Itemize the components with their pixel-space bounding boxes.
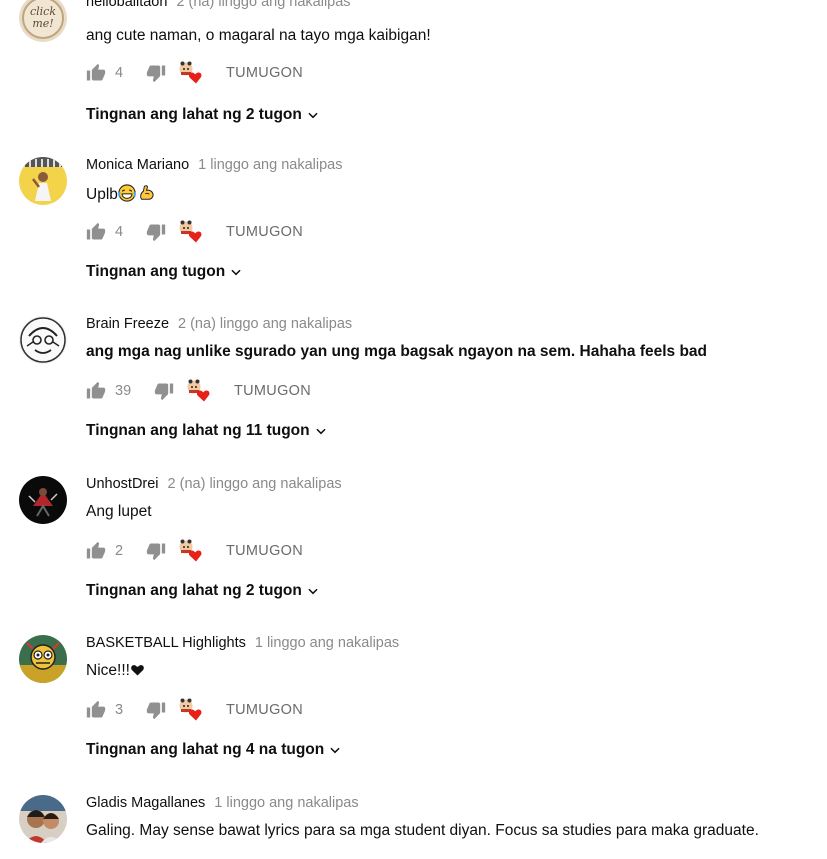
view-replies-button[interactable]: Tingnan ang lahat ng 4 na tugon	[86, 741, 342, 759]
like-count: 3	[115, 702, 124, 718]
comment-header: Monica Mariano 1 linggo ang nakalipas	[86, 157, 342, 177]
chevron-down-icon	[306, 584, 320, 598]
like-count: 4	[115, 65, 124, 81]
comment-header: hellobalitaon 2 (na) linggo ang nakalipa…	[86, 0, 351, 14]
svg-text:me!: me!	[32, 17, 53, 30]
author-name[interactable]: hellobalitaon	[86, 0, 167, 10]
author-name[interactable]: Monica Mariano	[86, 157, 189, 173]
author-name[interactable]: UnhostDrei	[86, 476, 159, 492]
like-count: 2	[115, 543, 124, 559]
creator-heart-icon	[178, 698, 204, 722]
comment-timestamp[interactable]: 2 (na) linggo ang nakalipas	[176, 0, 350, 10]
dislike-icon[interactable]	[146, 541, 166, 561]
creator-heart-icon	[178, 220, 204, 244]
comment-header: Gladis Magallanes 1 linggo ang nakalipas	[86, 795, 359, 815]
comment-actions: 4 TUMUGON	[86, 63, 303, 83]
comment-item: Monica Mariano 1 linggo ang nakalipas Up…	[0, 157, 827, 297]
author-name[interactable]: Gladis Magallanes	[86, 795, 205, 811]
flexed-biceps-icon	[138, 184, 156, 202]
avatar[interactable]	[19, 635, 67, 683]
comment-timestamp[interactable]: 2 (na) linggo ang nakalipas	[168, 476, 342, 492]
view-replies-button[interactable]: Tingnan ang lahat ng 2 tugon	[86, 106, 320, 124]
comment-text-body: ang mga nag unlike sgurado yan ung mga b…	[86, 343, 708, 360]
like-count: 39	[115, 383, 132, 399]
dislike-icon[interactable]	[146, 222, 166, 242]
comment-item: Brain Freeze 2 (na) linggo ang nakalipas…	[0, 316, 827, 456]
comment-item: BASKETBALL Highlights 1 linggo ang nakal…	[0, 635, 827, 775]
creator-heart-icon	[186, 379, 212, 403]
dislike-icon[interactable]	[154, 381, 174, 401]
comment-text: ang mga nag unlike sgurado yan ung mga b…	[86, 343, 707, 361]
view-replies-button[interactable]: Tingnan ang lahat ng 11 tugon	[86, 422, 328, 440]
dislike-icon[interactable]	[146, 700, 166, 720]
view-replies-label: Tingnan ang lahat ng 2 tugon	[86, 582, 302, 599]
comment-text-body: ang cute naman, o magaral na tayo mga ka…	[86, 27, 431, 44]
comment-actions: 4 TUMUGON	[86, 222, 303, 242]
view-replies-label: Tingnan ang lahat ng 2 tugon	[86, 106, 302, 123]
avatar[interactable]	[19, 795, 67, 843]
creator-heart-icon	[178, 539, 204, 563]
comment-header: Brain Freeze 2 (na) linggo ang nakalipas	[86, 316, 352, 336]
comment-text: Ang lupet	[86, 503, 152, 521]
comment-text-body: Galing. May sense bawat lyrics para sa m…	[86, 822, 759, 839]
dislike-icon[interactable]	[146, 63, 166, 83]
comment-header: BASKETBALL Highlights 1 linggo ang nakal…	[86, 635, 399, 655]
chevron-down-icon	[328, 743, 342, 757]
avatar[interactable]	[19, 476, 67, 524]
creator-heart-icon	[178, 61, 204, 85]
view-replies-button[interactable]: Tingnan ang tugon	[86, 263, 243, 281]
comment-text: ang cute naman, o magaral na tayo mga ka…	[86, 27, 431, 45]
like-icon[interactable]	[86, 222, 106, 242]
comment-item: click me! hellobalitaon 2 (na) linggo an…	[0, 0, 827, 134]
comment-timestamp[interactable]: 1 linggo ang nakalipas	[214, 795, 358, 811]
like-icon[interactable]	[86, 541, 106, 561]
comment-item: UnhostDrei 2 (na) linggo ang nakalipas A…	[0, 476, 827, 616]
avatar[interactable]: click me!	[19, 0, 67, 42]
reply-button[interactable]: TUMUGON	[226, 224, 303, 240]
author-name[interactable]: Brain Freeze	[86, 316, 169, 332]
like-count: 4	[115, 224, 124, 240]
avatar[interactable]	[19, 316, 67, 364]
comment-item: Gladis Magallanes 1 linggo ang nakalipas…	[0, 795, 827, 859]
reply-button[interactable]: TUMUGON	[226, 65, 303, 81]
chevron-down-icon	[229, 265, 243, 279]
avatar[interactable]	[19, 157, 67, 205]
comment-actions: 3 TUMUGON	[86, 700, 303, 720]
comment-text: Nice!!!	[86, 662, 145, 680]
author-name[interactable]: BASKETBALL Highlights	[86, 635, 246, 651]
comment-text-body: Uplb	[86, 186, 118, 203]
like-icon[interactable]	[86, 381, 106, 401]
comment-text-body: Ang lupet	[86, 503, 152, 520]
comment-text-body: Nice!!!	[86, 662, 130, 679]
comment-actions: 2 TUMUGON	[86, 541, 303, 561]
view-replies-label: Tingnan ang lahat ng 4 na tugon	[86, 741, 325, 758]
comment-text: Galing. May sense bawat lyrics para sa m…	[86, 822, 759, 840]
comment-header: UnhostDrei 2 (na) linggo ang nakalipas	[86, 476, 342, 496]
comment-timestamp[interactable]: 1 linggo ang nakalipas	[255, 635, 399, 651]
black-heart-icon	[130, 662, 145, 677]
reply-button[interactable]: TUMUGON	[226, 543, 303, 559]
like-icon[interactable]	[86, 63, 106, 83]
reply-button[interactable]: TUMUGON	[226, 702, 303, 718]
view-replies-label: Tingnan ang lahat ng 11 tugon	[86, 422, 310, 439]
comment-timestamp[interactable]: 1 linggo ang nakalipas	[198, 157, 342, 173]
view-replies-button[interactable]: Tingnan ang lahat ng 2 tugon	[86, 582, 320, 600]
comment-actions: 39 TUMUGON	[86, 381, 311, 401]
view-replies-label: Tingnan ang tugon	[86, 263, 226, 280]
laughing-face-icon	[118, 184, 136, 202]
reply-button[interactable]: TUMUGON	[234, 383, 311, 399]
chevron-down-icon	[314, 424, 328, 438]
chevron-down-icon	[306, 108, 320, 122]
comment-text: Uplb	[86, 184, 156, 204]
like-icon[interactable]	[86, 700, 106, 720]
comment-timestamp[interactable]: 2 (na) linggo ang nakalipas	[178, 316, 352, 332]
